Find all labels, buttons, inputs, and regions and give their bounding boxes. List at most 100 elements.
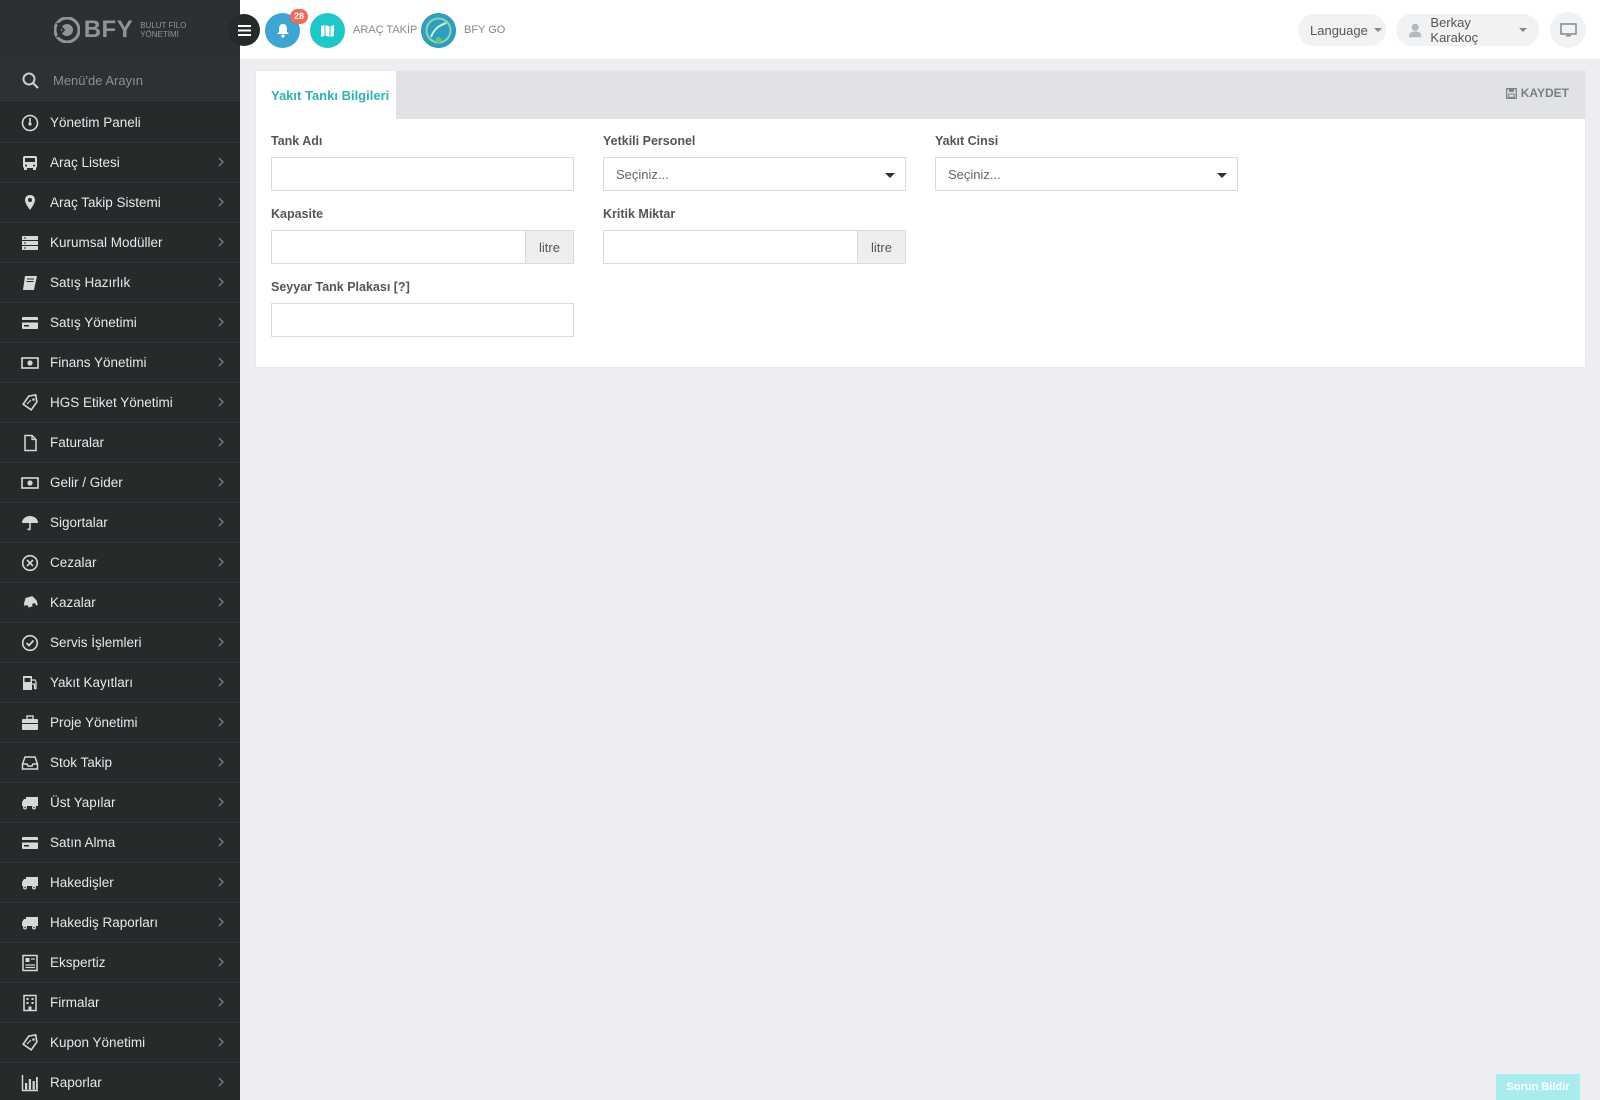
card-icon	[20, 313, 40, 333]
hamburger-icon	[237, 24, 251, 36]
sidebar-item[interactable]: Faturalar	[0, 423, 240, 463]
bfy-go-link[interactable]: BFY GO	[464, 24, 505, 36]
sidebar-item[interactable]: Cezalar	[0, 543, 240, 583]
notifications-button[interactable]: 28	[265, 9, 308, 48]
sidebar-item[interactable]: Stok Takip	[0, 743, 240, 783]
chevron-right-icon	[218, 716, 224, 730]
sidebar-item[interactable]: Ekspertiz	[0, 943, 240, 983]
sidebar-item[interactable]: Üst Yapılar	[0, 783, 240, 823]
sidebar-item-label: Araç Takip Sistemi	[50, 195, 161, 210]
sidebar-item[interactable]: Hakedişler	[0, 863, 240, 903]
sidebar-item-label: Sigortalar	[50, 515, 108, 530]
bar-chart-icon	[20, 1073, 40, 1093]
fuel-pump-icon	[20, 673, 40, 693]
sidebar-item[interactable]: Yakıt Kayıtları	[0, 663, 240, 703]
sidebar-item[interactable]: Kazalar	[0, 583, 240, 623]
brand-name: BFY	[83, 15, 134, 43]
search-icon	[22, 72, 39, 89]
chevron-right-icon	[218, 636, 224, 650]
user-name: Berkay Karakoç	[1430, 15, 1479, 45]
chevron-right-icon	[218, 476, 224, 490]
sidebar-item[interactable]: Servis İşlemleri	[0, 623, 240, 663]
sidebar-item[interactable]: Sigortalar	[0, 503, 240, 543]
critical-amount-label: Kritik Miktar	[603, 207, 676, 221]
sidebar-item-label: Finans Yönetimi	[50, 355, 147, 370]
personnel-select[interactable]: Seçiniz...	[603, 157, 906, 191]
sidebar-item-label: Hakediş Raporları	[50, 915, 159, 930]
tag-icon	[20, 1033, 40, 1053]
sidebar-item[interactable]: Proje Yönetimi	[0, 703, 240, 743]
notification-count-badge: 28	[289, 9, 308, 24]
chevron-right-icon	[218, 516, 224, 530]
truck-icon	[20, 793, 40, 813]
chevron-right-icon	[218, 836, 224, 850]
chevron-right-icon	[218, 436, 224, 450]
tab-fuel-tank-info[interactable]: Yakıt Tankı Bilgileri	[256, 71, 396, 119]
sidebar-item[interactable]: Satış Hazırlık	[0, 263, 240, 303]
critical-amount-unit-addon: litre	[857, 230, 906, 264]
sidebar-item-label: Firmalar	[50, 995, 100, 1010]
tag-icon	[20, 393, 40, 413]
x-circle-icon	[20, 553, 40, 573]
fuel-tank-form-panel: Yakıt Tankı Bilgileri KAYDET Tank Adı Ye…	[255, 70, 1586, 368]
user-icon	[1408, 23, 1422, 38]
chevron-right-icon	[218, 676, 224, 690]
sidebar-item[interactable]: Hakediş Raporları	[0, 903, 240, 943]
critical-amount-input[interactable]	[603, 230, 858, 264]
capacity-input[interactable]	[271, 230, 526, 264]
tank-name-input[interactable]	[271, 157, 574, 191]
fuel-type-select[interactable]: Seçiniz...	[935, 157, 1238, 191]
language-dropdown[interactable]: Language	[1298, 14, 1386, 46]
sidebar-item-label: Faturalar	[50, 435, 105, 450]
menu-search	[0, 59, 240, 103]
sidebar-item[interactable]: Raporlar	[0, 1063, 240, 1100]
personnel-label: Yetkili Personel	[603, 134, 696, 148]
fuel-type-label: Yakıt Cinsi	[935, 134, 999, 148]
sidebar-item[interactable]: HGS Etiket Yönetimi	[0, 383, 240, 423]
save-label: KAYDET	[1520, 86, 1569, 100]
bus-icon	[20, 153, 40, 173]
sidebar-item[interactable]: Kurumsal Modüller	[0, 223, 240, 263]
arac-takip-link[interactable]: ARAÇ TAKİP	[353, 24, 417, 36]
arac-takip-button[interactable]	[310, 13, 345, 48]
sidebar-item[interactable]: Finans Yönetimi	[0, 343, 240, 383]
chevron-right-icon	[218, 276, 224, 290]
report-issue-button[interactable]: Sorun Bildir	[1496, 1074, 1580, 1100]
chevron-right-icon	[218, 756, 224, 770]
sidebar-item-label: Ekspertiz	[50, 955, 106, 970]
chevron-down-icon	[1217, 173, 1227, 178]
chevron-right-icon	[218, 156, 224, 170]
sidebar-item[interactable]: Araç Takip Sistemi	[0, 183, 240, 223]
mobile-tank-plate-input[interactable]	[271, 303, 574, 337]
user-menu[interactable]: Berkay Karakoç	[1396, 14, 1539, 46]
chevron-down-icon	[885, 173, 895, 178]
sidebar-item[interactable]: Kupon Yönetimi	[0, 1023, 240, 1063]
brand-logo[interactable]: BFY BULUT FİLO YÖNETİMİ	[53, 15, 186, 44]
sidebar-item-label: Gelir / Gider	[50, 475, 123, 490]
sidebar-item[interactable]: Satış Yönetimi	[0, 303, 240, 343]
bfy-go-button[interactable]	[421, 13, 456, 48]
menu-search-input[interactable]	[53, 73, 223, 88]
truck-icon	[20, 873, 40, 893]
sidebar-item-label: Kazalar	[50, 595, 96, 610]
sidebar-item[interactable]: Satın Alma	[0, 823, 240, 863]
sidebar-item-label: Üst Yapılar	[50, 795, 116, 810]
monitor-icon	[1559, 22, 1577, 36]
sidebar-item[interactable]: Yönetim Paneli	[0, 103, 240, 143]
check-circle-icon	[20, 633, 40, 653]
brand-subtitle-line2: YÖNETİMİ	[140, 29, 179, 39]
sidebar-item[interactable]: Araç Listesi	[0, 143, 240, 183]
book-icon	[20, 273, 40, 293]
sidebar-item-label: Stok Takip	[50, 755, 113, 770]
personnel-select-value: Seçiniz...	[616, 166, 669, 182]
sidebar-item[interactable]: Gelir / Gider	[0, 463, 240, 503]
sidebar-item[interactable]: Firmalar	[0, 983, 240, 1023]
brand-logo-icon	[53, 16, 80, 43]
chevron-right-icon	[218, 236, 224, 250]
save-button[interactable]: KAYDET	[1505, 86, 1569, 100]
sidebar-toggle-button[interactable]	[228, 14, 260, 46]
sidebar-item-label: Cezalar	[50, 555, 97, 570]
display-mode-button[interactable]	[1550, 12, 1586, 48]
card-icon	[20, 833, 40, 853]
file-icon	[20, 433, 40, 453]
